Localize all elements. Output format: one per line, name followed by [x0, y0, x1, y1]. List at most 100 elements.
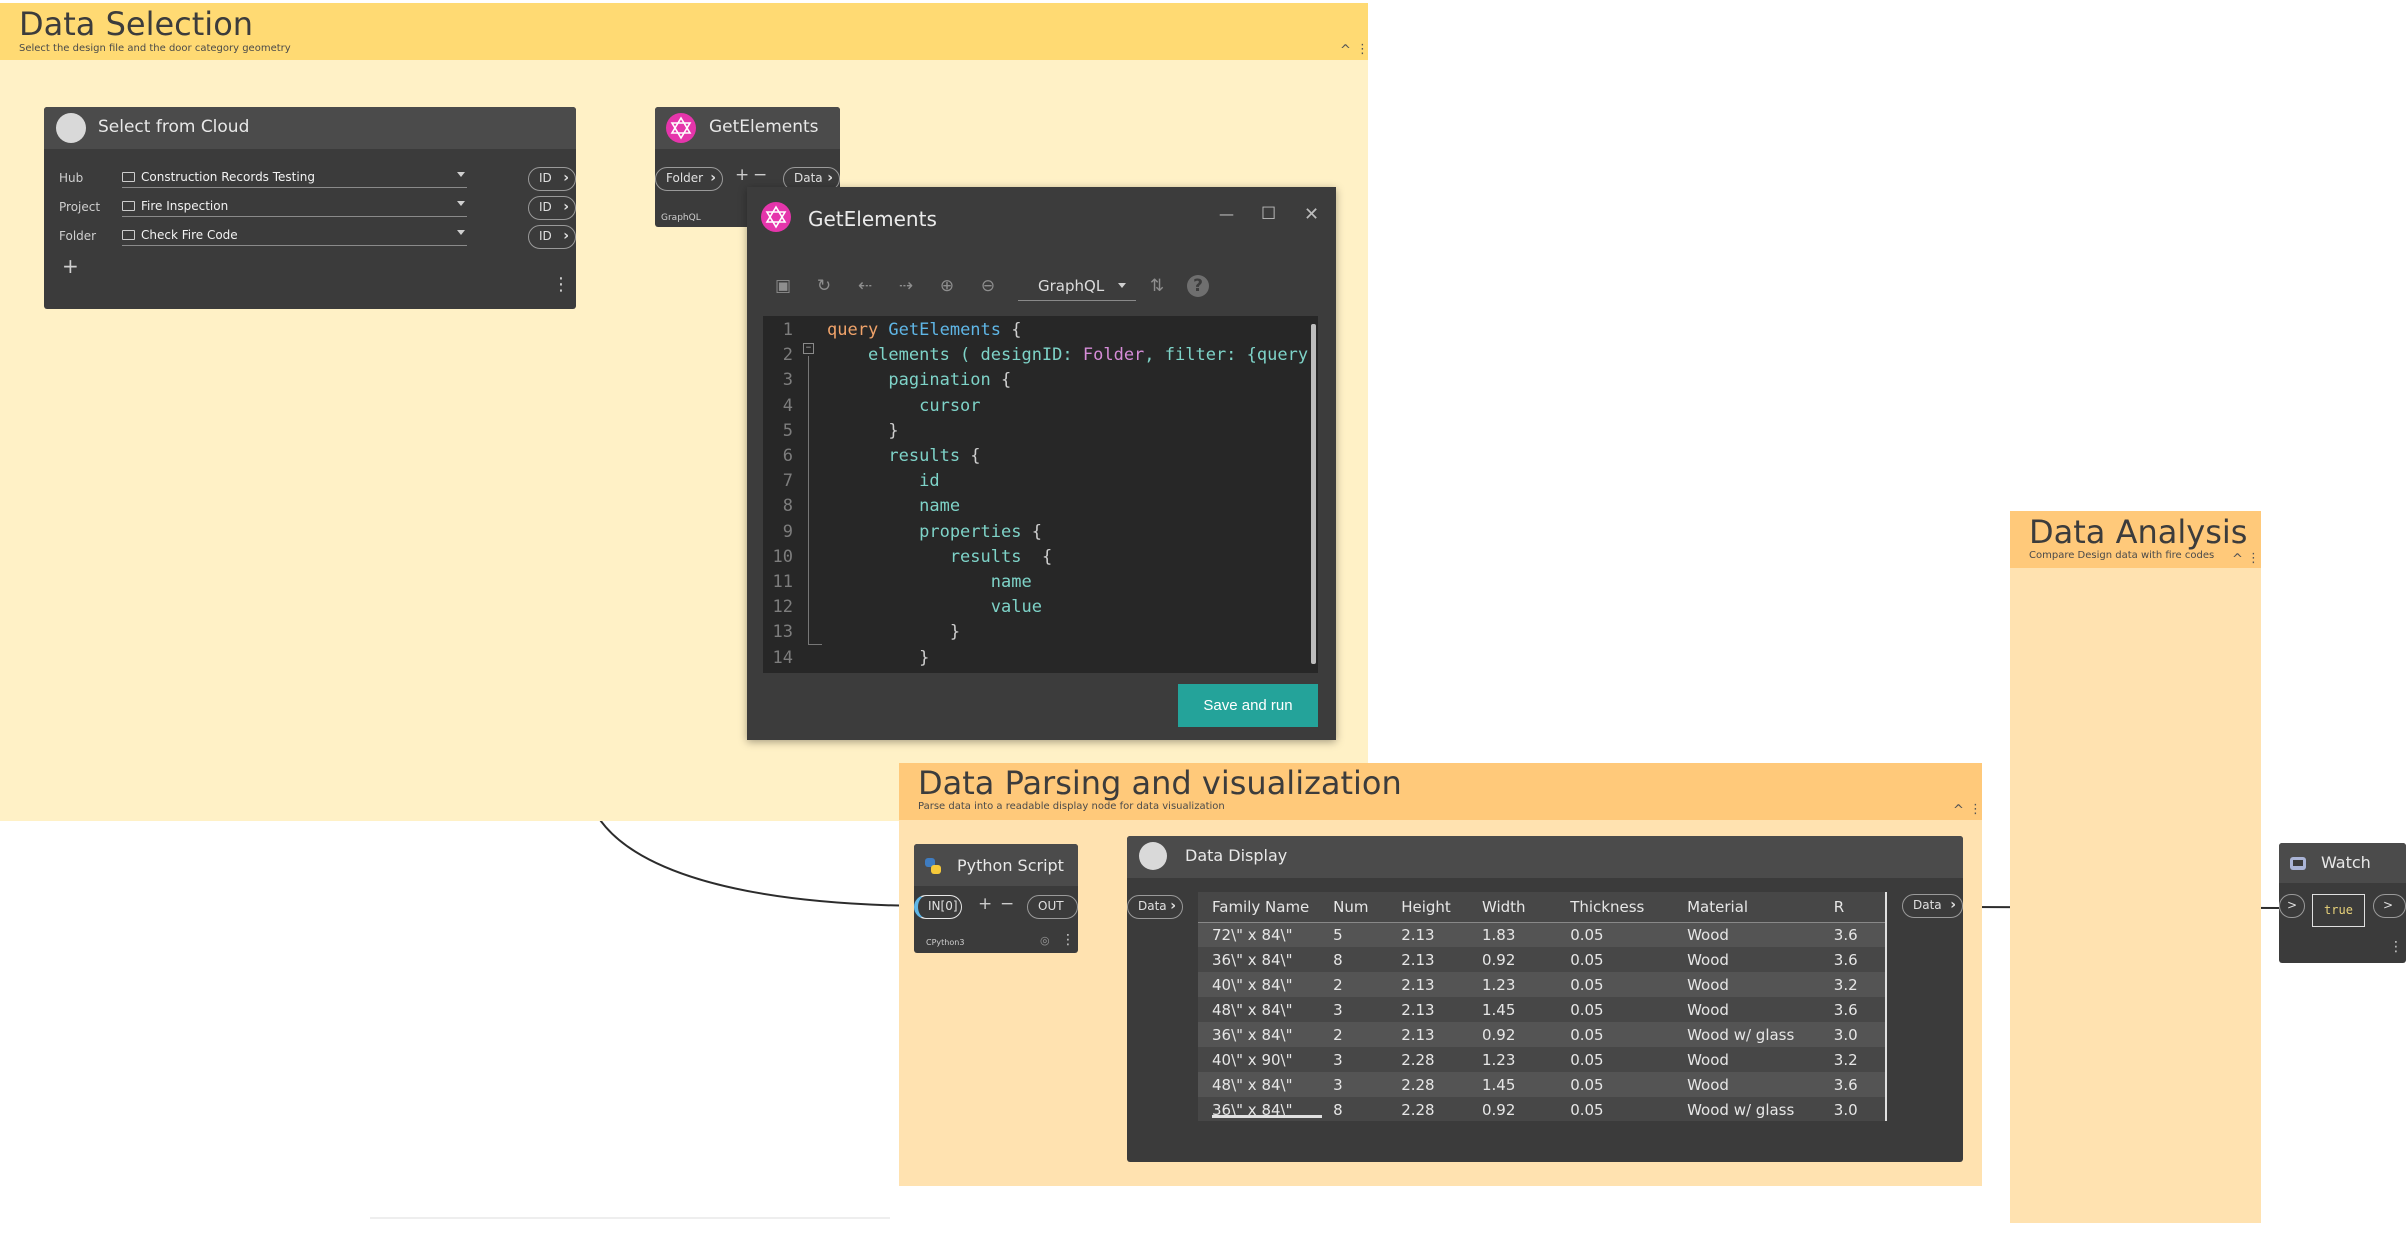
node-menu-icon[interactable]: ⋮: [1061, 932, 1075, 948]
node-python-script[interactable]: Python Script IN[0] + − OUT CPython3 ◎ ⋮: [914, 844, 1078, 953]
hub-dropdown[interactable]: Construction Records Testing: [122, 168, 467, 188]
close-button[interactable]: ✕: [1304, 204, 1319, 226]
remove-input-button[interactable]: −: [1000, 894, 1014, 914]
folder-id-output-port[interactable]: ID ›: [528, 225, 576, 249]
node-menu-icon[interactable]: ⋮: [552, 274, 570, 295]
fold-marker-icon[interactable]: −: [803, 343, 814, 354]
node-data-display[interactable]: Data Display Data › Data › Family Name Num H…: [1127, 836, 1963, 1162]
code-editor[interactable]: 1 query GetElements {2 elements ( designI…: [763, 316, 1318, 673]
project-id-output-port[interactable]: ID ›: [528, 196, 576, 220]
editor-scrollbar[interactable]: [1311, 324, 1316, 664]
code-token: {: [1011, 320, 1022, 340]
column-header[interactable]: R: [1819, 892, 1885, 923]
code-text: value: [827, 597, 1042, 617]
add-input-button[interactable]: +: [978, 894, 992, 914]
port-arrow-icon: ›: [710, 170, 716, 186]
add-field-button[interactable]: +: [62, 254, 79, 278]
column-header[interactable]: Material: [1673, 892, 1820, 923]
code-line: 14 }: [763, 648, 1311, 673]
watch-output-port[interactable]: >: [2373, 894, 2406, 918]
group-data-analysis[interactable]: Data Analysis Compare Design data with f…: [2010, 511, 2261, 1223]
collapse-icon[interactable]: ^: [2232, 552, 2243, 567]
graphql-editor-window[interactable]: GetElements — ☐ ✕ ▣ ↻ ⇠ ⇢ ⊕ ⊖ GraphQL ⇅ …: [747, 187, 1336, 740]
preview-toggle-icon[interactable]: ◎: [1040, 934, 1050, 947]
more-icon[interactable]: ⋮: [1356, 42, 1369, 57]
chevron-down-icon: [457, 172, 465, 177]
node-watch[interactable]: Watch > true > ⋮: [2279, 843, 2406, 963]
line-number: 13: [772, 622, 793, 643]
group-header[interactable]: Data Parsing and visualization Parse dat…: [899, 763, 1982, 820]
sync-icon[interactable]: ⇅: [1146, 275, 1168, 297]
refresh-icon[interactable]: ↻: [813, 275, 835, 297]
table-cell: 2.13: [1387, 922, 1468, 947]
display-node-icon: [1139, 842, 1167, 870]
port-arrow-icon: ›: [563, 199, 569, 215]
undo-icon[interactable]: ⇠: [854, 275, 876, 297]
folder-input-port[interactable]: Folder ›: [655, 167, 723, 191]
column-header[interactable]: Num: [1319, 892, 1388, 923]
table-cell: 8: [1319, 1097, 1388, 1121]
hub-label: Hub: [59, 171, 84, 185]
fold-guide: [808, 356, 809, 644]
node-select-from-cloud[interactable]: Select from Cloud Hub Construction Recor…: [44, 107, 576, 309]
group-header[interactable]: Data Selection Select the design file an…: [0, 3, 1369, 60]
more-icon[interactable]: ⋮: [2247, 551, 2260, 566]
code-token: results: [827, 446, 971, 466]
language-select[interactable]: GraphQL: [1018, 271, 1136, 301]
table-cell: 36\" x 84\": [1198, 947, 1320, 972]
remove-input-button[interactable]: −: [753, 165, 767, 185]
code-token: results: [827, 546, 1042, 567]
table-cell: 48\" x 84\": [1198, 997, 1320, 1022]
node-header[interactable]: Select from Cloud: [44, 107, 576, 149]
table-cell: 2.13: [1387, 947, 1468, 972]
table-cell: 0.92: [1467, 1097, 1557, 1121]
collapse-icon[interactable]: ^: [1953, 803, 1964, 818]
column-header[interactable]: Family Name: [1198, 892, 1320, 923]
project-dropdown[interactable]: Fire Inspection: [122, 197, 467, 217]
node-title: Select from Cloud: [98, 117, 250, 137]
node-header[interactable]: Data Display: [1127, 836, 1963, 878]
maximize-button[interactable]: ☐: [1261, 203, 1276, 225]
column-header[interactable]: Height: [1387, 892, 1468, 923]
help-icon[interactable]: ?: [1187, 275, 1209, 297]
zoom-out-icon[interactable]: ⊖: [977, 275, 999, 297]
add-input-button[interactable]: +: [735, 165, 749, 185]
column-header[interactable]: Width: [1467, 892, 1557, 923]
table-cell: 2.13: [1387, 972, 1468, 997]
out-output-port[interactable]: OUT: [1027, 895, 1078, 919]
hub-id-output-port[interactable]: ID ›: [528, 167, 576, 191]
data-output-port[interactable]: Data ›: [1902, 894, 1963, 918]
data-table-container[interactable]: Family Name Num Height Width Thickness Materi…: [1198, 892, 1887, 1121]
folder-dropdown[interactable]: Check Fire Code: [122, 226, 467, 246]
minimize-button[interactable]: —: [1219, 203, 1234, 225]
redo-icon[interactable]: ⇢: [895, 275, 917, 297]
table-horizontal-scrollbar[interactable]: [1212, 1115, 1322, 1118]
zoom-in-icon[interactable]: ⊕: [936, 275, 958, 297]
code-token: }: [827, 622, 961, 643]
code-token: properties: [827, 521, 1032, 542]
collapse-icon[interactable]: ^: [1340, 43, 1351, 58]
code-text: }: [827, 648, 929, 668]
save-icon[interactable]: ▣: [772, 275, 794, 297]
group-header[interactable]: Data Analysis Compare Design data with f…: [2010, 511, 2261, 568]
data-input-port[interactable]: Data ›: [1127, 895, 1183, 919]
table-cell: 0.05: [1556, 1097, 1674, 1121]
group-title: Data Parsing and visualization: [918, 764, 1402, 802]
column-header[interactable]: Thickness: [1556, 892, 1674, 923]
node-menu-icon[interactable]: ⋮: [2389, 939, 2403, 955]
node-header[interactable]: GetElements: [655, 107, 840, 149]
node-header[interactable]: Python Script: [914, 844, 1078, 886]
more-icon[interactable]: ⋮: [1969, 802, 1982, 817]
group-description: Parse data into a readable display node …: [918, 801, 1225, 812]
table-cell: 2.28: [1387, 1047, 1468, 1072]
code-line: 10 results {: [763, 547, 1311, 572]
folder-icon: [122, 172, 135, 182]
code-line: 11 name: [763, 572, 1311, 597]
in0-input-port[interactable]: IN[0]: [914, 895, 962, 919]
watch-input-port[interactable]: >: [2279, 894, 2305, 918]
graphql-logo-icon: [666, 113, 696, 143]
save-and-run-button[interactable]: Save and run: [1178, 684, 1318, 727]
node-header[interactable]: Watch: [2279, 843, 2406, 883]
code-line: 2 elements ( designID: Folder, filter: {…: [763, 345, 1318, 370]
window-titlebar[interactable]: GetElements — ☐ ✕: [747, 187, 1336, 249]
